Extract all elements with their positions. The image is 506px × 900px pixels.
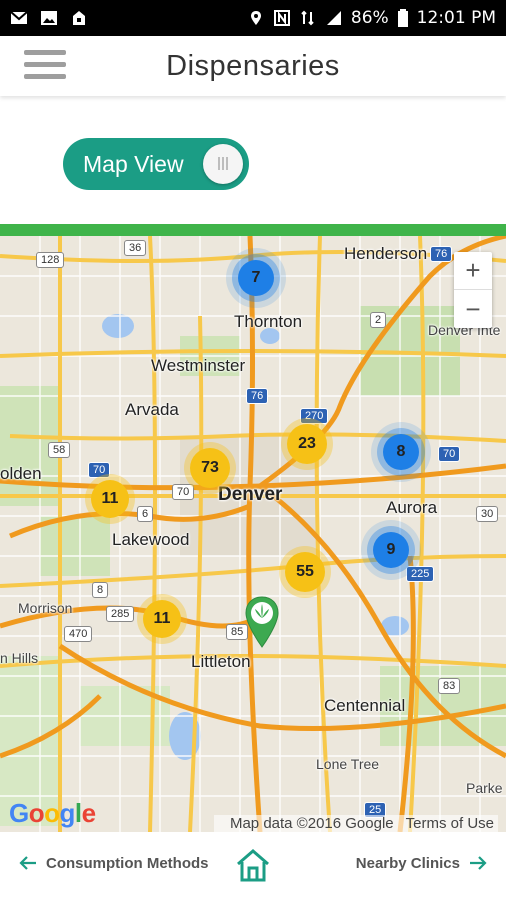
place-henderson: Henderson [344,244,428,263]
route-shield: 2 [370,312,387,328]
route-shield: 128 [36,252,65,268]
map-data-credit: Map data ©2016 Google [229,815,394,832]
place-aurora: Aurora [386,498,438,517]
nearby-clinics-link[interactable]: Nearby Clinics [356,854,488,872]
route-shield: 470 [64,626,93,642]
status-bar: 86% 12:01 PM [0,0,506,36]
terms-of-use-link[interactable]: Terms of Use [406,815,494,832]
cluster-marker-southwest[interactable]: 11 [143,600,181,638]
mail-icon [10,11,28,24]
cluster-marker-south[interactable]: 55 [285,552,325,592]
place-centennial: Centennial [324,696,406,715]
location-icon [250,11,261,25]
cluster-marker-west[interactable]: 11 [91,480,129,518]
place-westminster: Westminster [151,356,246,375]
signal-icon [326,11,341,25]
map-view-label: Map View [83,151,184,177]
page-title: Dispensaries [166,50,340,82]
route-shield: 8 [92,582,109,598]
route-shield: 58 [48,442,71,458]
app-notification-icon [73,11,85,25]
place-golden: olden [0,464,42,483]
cluster-marker-thornton[interactable]: 7 [238,260,274,296]
accent-divider [0,224,506,236]
route-shield: 270 [300,408,329,424]
route-shield: 6 [137,506,154,522]
route-shield: 76 [246,388,269,404]
route-shield: 70 [172,484,195,500]
route-shield: 30 [476,506,499,522]
cluster-marker-east[interactable]: 8 [383,434,419,470]
route-shield: 225 [406,566,435,582]
cluster-marker-aurora[interactable]: 9 [373,532,409,568]
place-hills: n Hills [0,650,39,666]
nearby-clinics-label: Nearby Clinics [355,854,460,872]
place-arvada: Arvada [125,400,179,419]
place-littleton: Littleton [191,652,251,671]
nfc-icon [273,10,290,26]
bottom-navigation: Consumption Methods Nearby Clinics [0,832,506,900]
cluster-marker-central[interactable]: 73 [190,448,230,488]
cluster-marker-northeast[interactable]: 23 [287,424,327,464]
battery-percent: 86% [350,8,389,28]
map[interactable]: Henderson Thornton Westminster Arvada De… [0,236,506,832]
route-shield: 83 [438,678,461,694]
dispensary-pin-icon[interactable] [243,595,281,649]
image-icon [41,11,57,25]
map-attribution: Map data ©2016 Google Terms of Use [213,815,498,832]
toggle-knob[interactable] [203,144,243,184]
battery-icon [397,9,408,27]
place-parker: Parke [466,780,503,796]
arrow-right-icon [470,856,487,870]
app-bar: Dispensaries [0,36,506,96]
consumption-methods-label: Consumption Methods [46,854,209,872]
place-thornton: Thornton [234,312,303,331]
zoom-out-button[interactable]: − [454,290,492,328]
place-lone-tree: Lone Tree [316,756,380,772]
consumption-methods-link[interactable]: Consumption Methods [18,854,208,872]
route-shield: 70 [438,446,461,462]
place-denver: Denver [218,484,283,505]
data-arrows-icon [301,10,314,26]
google-logo: Google [9,798,96,828]
route-shield: 36 [124,240,147,256]
map-view-toggle[interactable]: Map View [63,138,249,190]
place-morrison: Morrison [18,600,73,616]
zoom-in-button[interactable]: + [454,252,492,290]
home-icon[interactable] [234,846,272,884]
arrow-left-icon [19,856,36,870]
place-lakewood: Lakewood [112,530,190,549]
route-shield: 76 [430,246,453,262]
route-shield: 285 [106,606,135,622]
route-shield: 70 [88,462,111,478]
clock: 12:01 PM [416,8,496,28]
zoom-controls: + − [454,252,492,328]
